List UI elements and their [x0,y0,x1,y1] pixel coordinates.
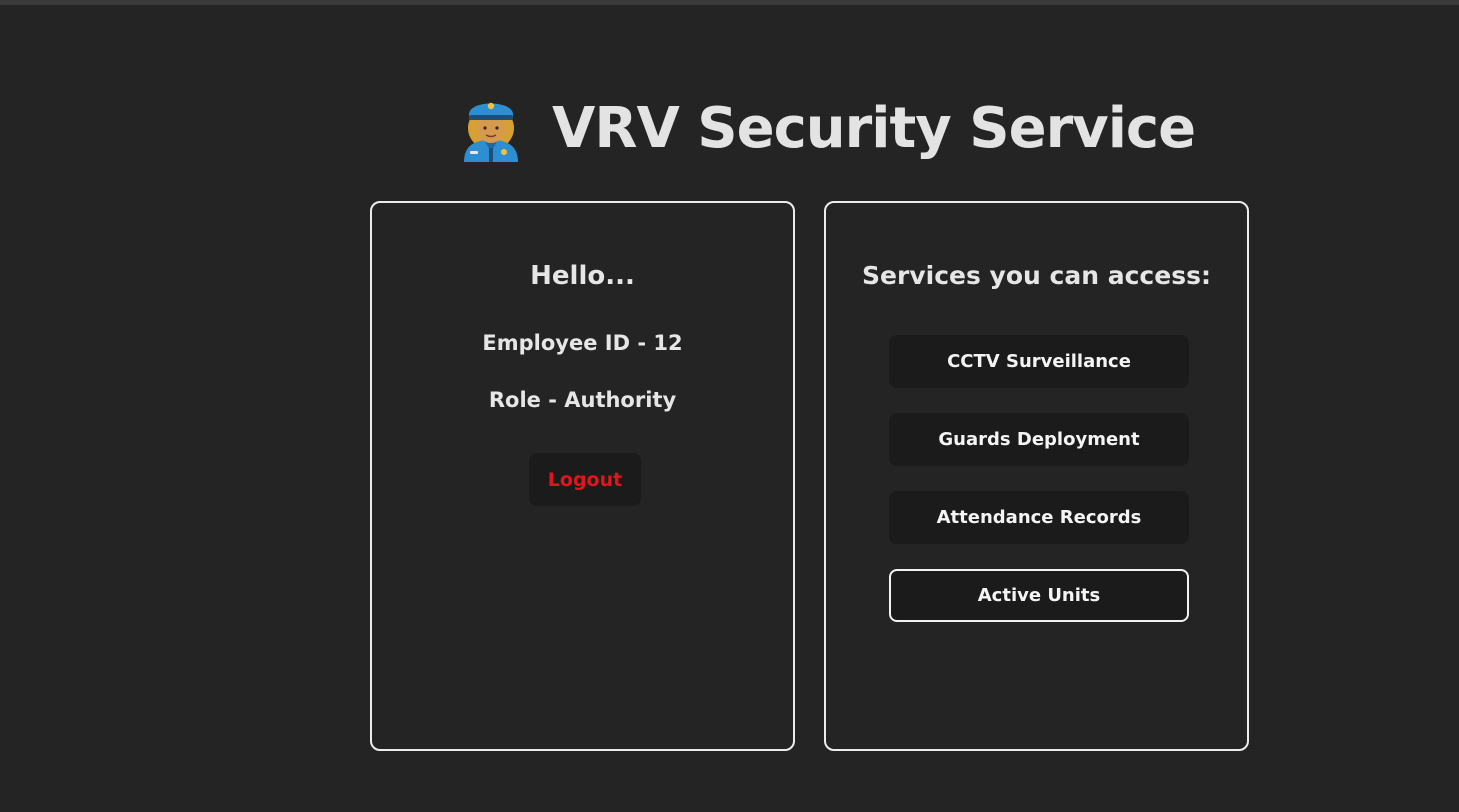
police-officer-icon [464,102,518,162]
page-title: VRV Security Service [552,95,1196,161]
active-units-button[interactable]: Active Units [889,569,1189,622]
greeting-heading: Hello... [530,261,635,291]
employee-id-text: Employee ID - 12 [482,331,683,355]
page-header: VRV Security Service [458,90,1196,166]
window-top-strip [0,0,1459,5]
role-text: Role - Authority [488,388,677,412]
guards-deployment-button[interactable]: Guards Deployment [889,413,1189,466]
logout-button[interactable]: Logout [529,453,641,506]
services-heading: Services you can access: [862,261,1211,290]
profile-card: Hello... Employee ID - 12 Role - Authori… [370,201,795,751]
services-card: Services you can access: CCTV Surveillan… [824,201,1249,751]
attendance-records-button[interactable]: Attendance Records [889,491,1189,544]
cctv-surveillance-button[interactable]: CCTV Surveillance [889,335,1189,388]
